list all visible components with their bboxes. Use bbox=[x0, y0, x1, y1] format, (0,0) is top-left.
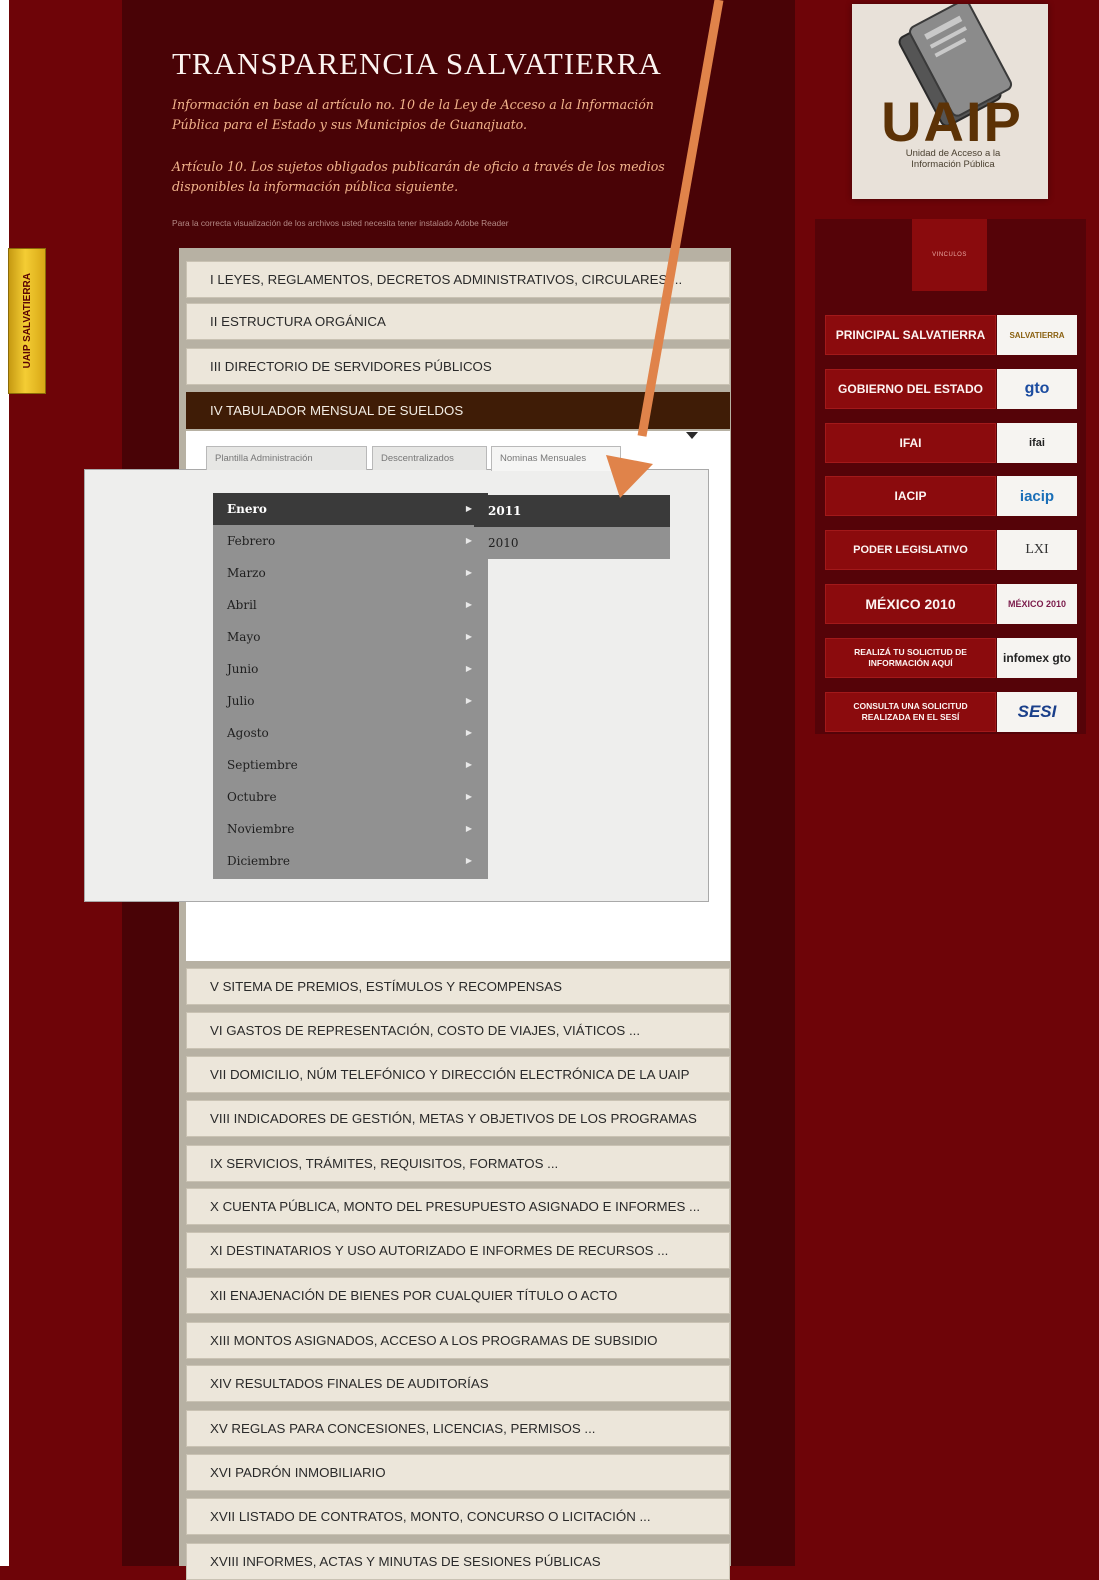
annotation-arrow-icon bbox=[606, 0, 724, 498]
